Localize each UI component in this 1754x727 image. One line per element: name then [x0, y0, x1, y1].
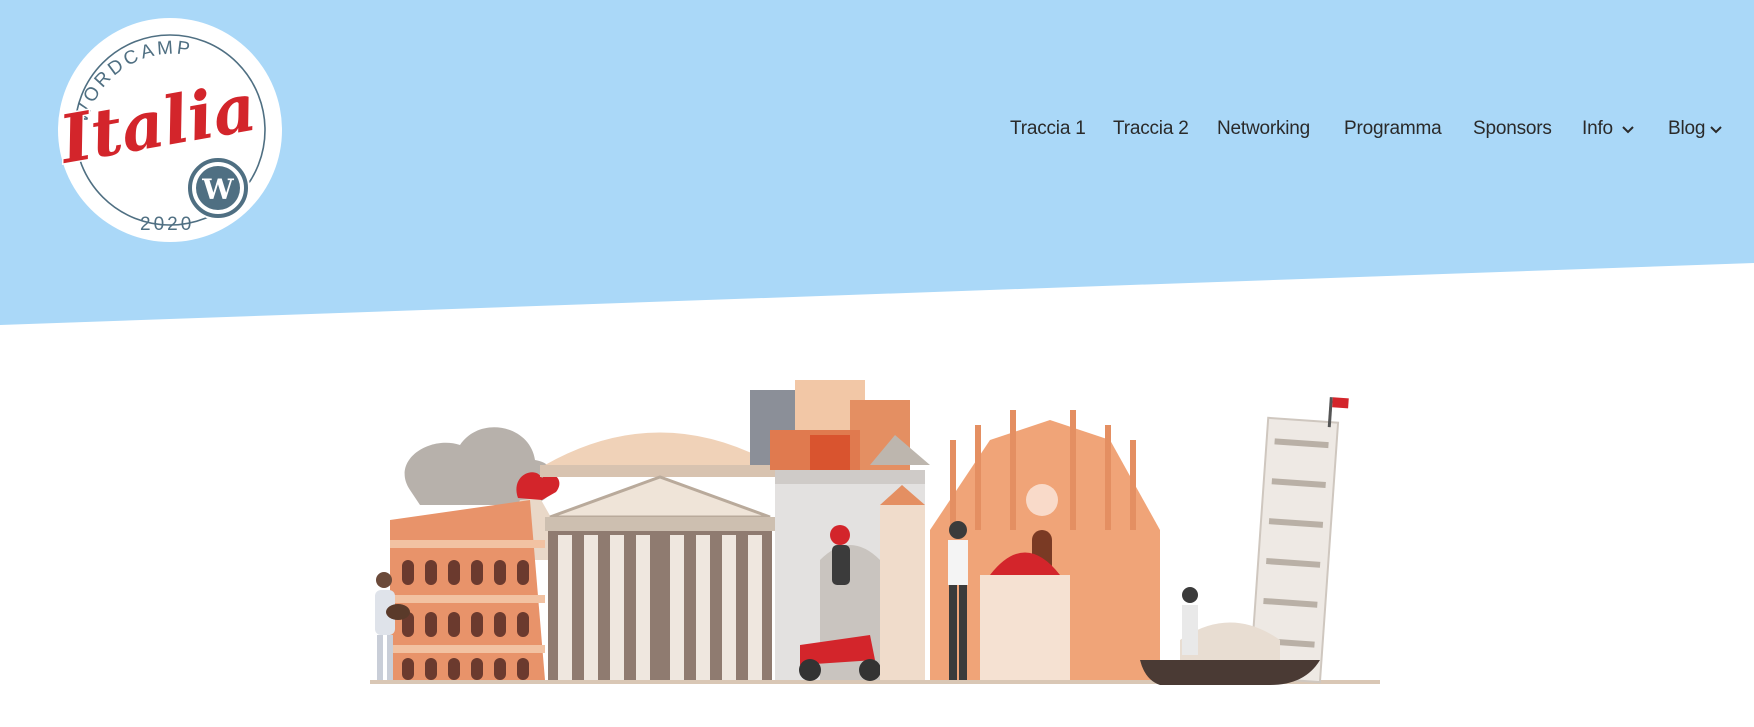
- florence-dome-illustration: [980, 552, 1070, 680]
- nav-item-traccia-2[interactable]: Traccia 2: [1113, 118, 1189, 140]
- info-chevron-down-icon[interactable]: [1620, 121, 1636, 137]
- wordpress-icon: W: [186, 156, 250, 220]
- houses-illustration: [750, 380, 930, 475]
- wordpress-badge-letter: W: [201, 173, 234, 206]
- pantheon-illustration: [540, 432, 780, 680]
- tower-building-illustration: [880, 485, 925, 680]
- logo-year-text: 2020: [140, 214, 194, 235]
- italian-landmarks-illustration: [370, 380, 1380, 685]
- main-navigation: Traccia 1 Traccia 2 Networking Programma…: [0, 118, 1754, 146]
- nav-item-info[interactable]: Info: [1582, 118, 1613, 140]
- nav-item-blog[interactable]: Blog: [1668, 118, 1705, 140]
- blog-chevron-down-icon[interactable]: [1708, 121, 1724, 137]
- nav-item-traccia-1[interactable]: Traccia 1: [1010, 118, 1086, 140]
- nav-item-programma[interactable]: Programma: [1344, 118, 1442, 140]
- nav-item-sponsors[interactable]: Sponsors: [1473, 118, 1552, 140]
- nav-item-networking[interactable]: Networking: [1217, 118, 1310, 140]
- colosseum-illustration: [390, 500, 545, 680]
